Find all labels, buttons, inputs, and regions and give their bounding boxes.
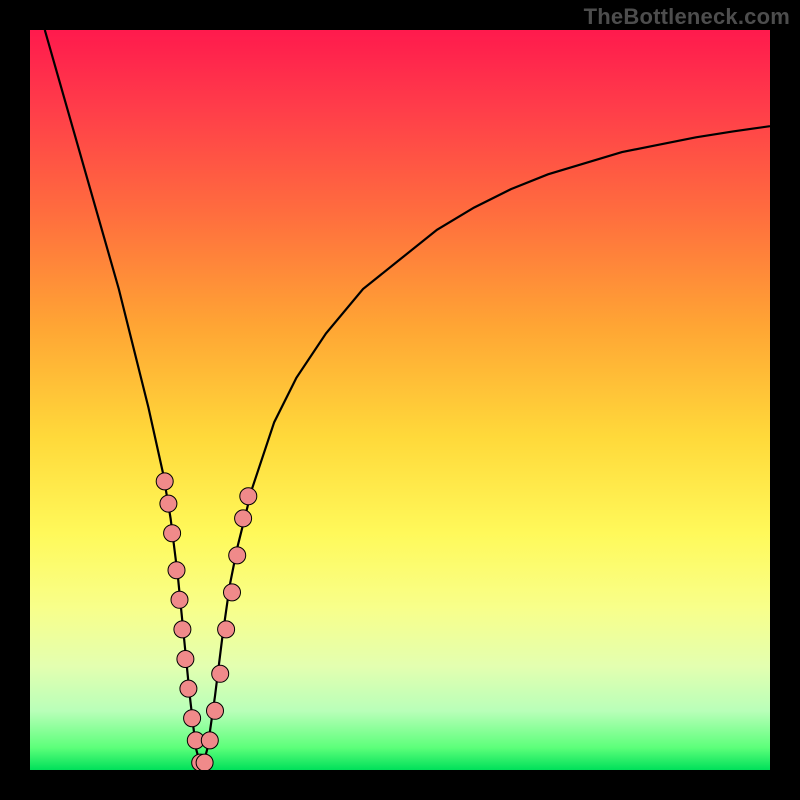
chart-svg	[30, 30, 770, 770]
data-point	[184, 710, 201, 727]
bottleneck-curve	[45, 30, 770, 770]
data-point	[171, 591, 188, 608]
data-point	[235, 510, 252, 527]
data-point	[177, 651, 194, 668]
plot-area	[30, 30, 770, 770]
data-point	[229, 547, 246, 564]
data-point	[156, 473, 173, 490]
data-point	[218, 621, 235, 638]
data-point	[196, 754, 213, 770]
data-point	[180, 680, 197, 697]
watermark-text: TheBottleneck.com	[584, 4, 790, 30]
data-point	[174, 621, 191, 638]
data-point	[207, 702, 224, 719]
data-point	[160, 495, 177, 512]
data-point	[164, 525, 181, 542]
data-point	[224, 584, 241, 601]
data-point	[168, 562, 185, 579]
chart-frame: TheBottleneck.com	[0, 0, 800, 800]
data-point	[240, 488, 257, 505]
data-point	[201, 732, 218, 749]
data-point	[212, 665, 229, 682]
